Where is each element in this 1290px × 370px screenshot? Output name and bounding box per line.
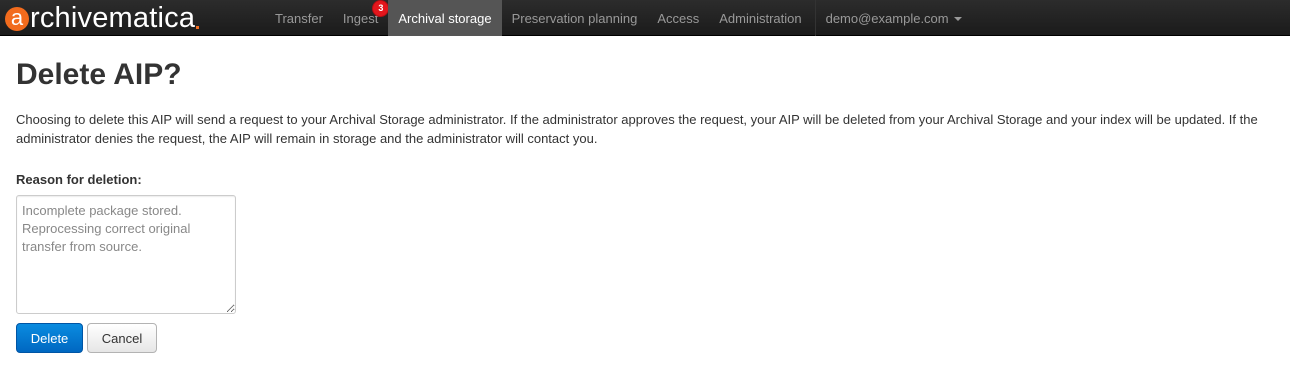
nav-administration[interactable]: Administration bbox=[709, 0, 811, 36]
page-title: Delete AIP? bbox=[16, 58, 182, 91]
user-menu-dropdown[interactable]: demo@example.com bbox=[816, 0, 972, 36]
reason-textarea[interactable] bbox=[16, 195, 236, 314]
nav-administration-label: Administration bbox=[719, 10, 802, 26]
nav-ingest[interactable]: Ingest 3 bbox=[333, 0, 389, 36]
brand-logo[interactable]: a rchivematica bbox=[0, 0, 265, 36]
nav-transfer[interactable]: Transfer bbox=[265, 0, 333, 36]
user-email: demo@example.com bbox=[825, 10, 949, 26]
nav-archival-storage[interactable]: Archival storage bbox=[388, 0, 502, 36]
ingest-count-badge: 3 bbox=[373, 1, 389, 16]
nav-ingest-label: Ingest bbox=[342, 10, 379, 26]
brand-logo-text: rchivematica bbox=[30, 2, 196, 34]
brand-logo-dot bbox=[196, 25, 200, 29]
cancel-button[interactable]: Cancel bbox=[87, 323, 157, 353]
nav-access-label: Access bbox=[657, 10, 700, 26]
brand-logo-letter: a bbox=[5, 7, 29, 31]
deletion-description: Choosing to delete this AIP will send a … bbox=[16, 112, 1258, 146]
reason-label: Reason for deletion: bbox=[16, 172, 142, 187]
nav-preservation-planning[interactable]: Preservation planning bbox=[502, 0, 648, 36]
nav-preservation-planning-label: Preservation planning bbox=[511, 10, 638, 26]
nav-access[interactable]: Access bbox=[647, 0, 709, 36]
chevron-down-icon bbox=[953, 16, 962, 21]
top-navbar: a rchivematica Transfer Ingest 3 Archiva… bbox=[0, 0, 1290, 36]
nav-transfer-label: Transfer bbox=[275, 10, 323, 26]
nav-archival-storage-label: Archival storage bbox=[398, 10, 492, 26]
delete-button[interactable]: Delete bbox=[16, 323, 83, 353]
